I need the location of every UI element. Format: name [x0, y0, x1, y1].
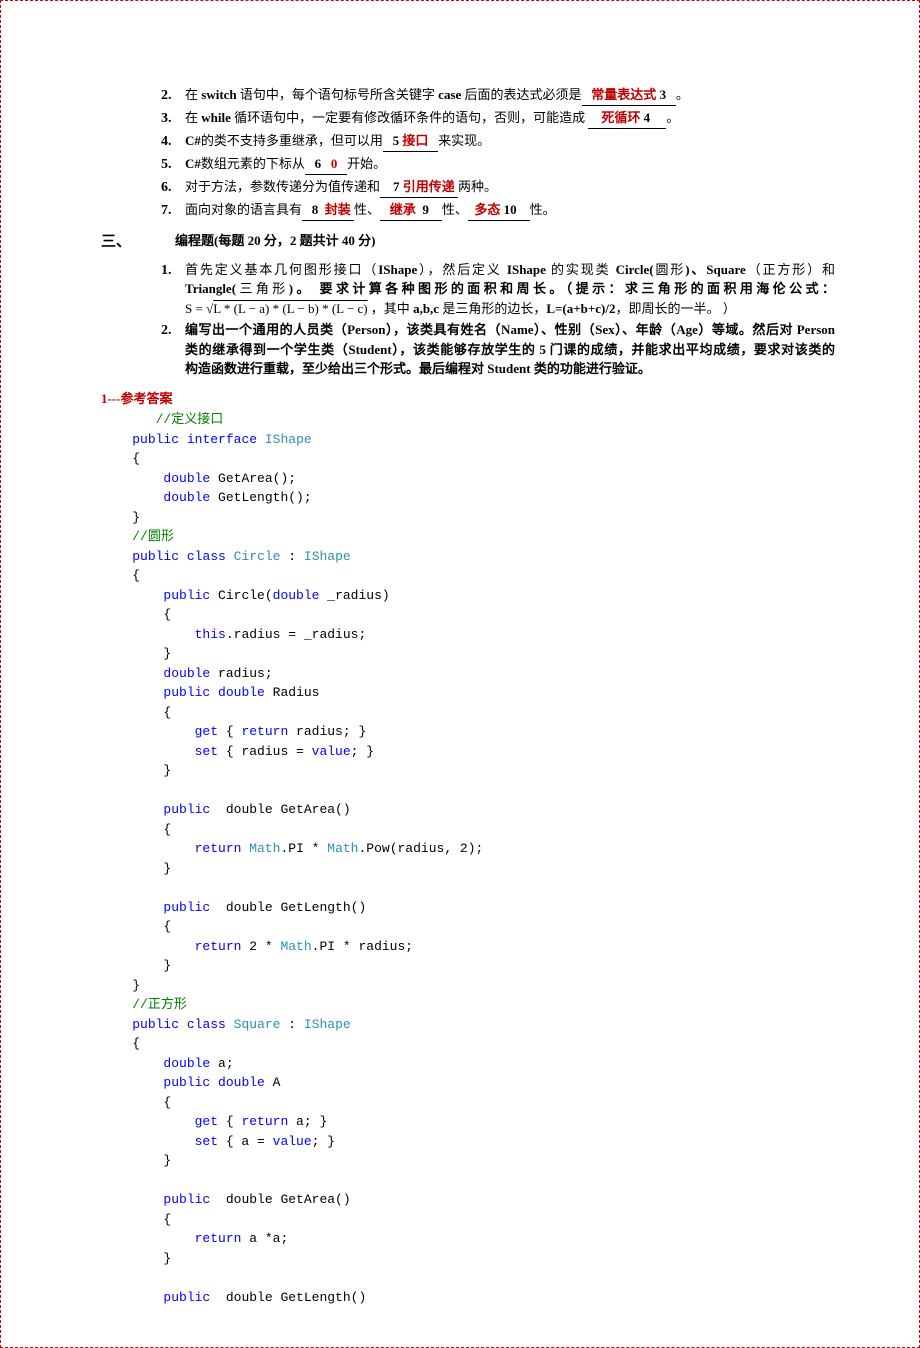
- blank-5: 5 接口: [383, 131, 438, 152]
- question-5: 5. C#数组元素的下标从 6 0 开始。: [161, 154, 835, 175]
- q-text: 首先定义基本几何图形接口（IShape），然后定义 IShape 的实现类 Ci…: [185, 260, 835, 319]
- q-number: 5.: [161, 154, 185, 175]
- q-text: 编写出一个通用的人员类（Person），该类具有姓名（Name）、性别（Sex）…: [185, 320, 835, 379]
- prog-question-2: 2. 编写出一个通用的人员类（Person），该类具有姓名（Name）、性别（S…: [161, 320, 835, 379]
- document-page: 2. 在 switch 语句中，每个语句标号所含关键字 case 后面的表达式必…: [0, 0, 920, 1348]
- fill-blank-list: 2. 在 switch 语句中，每个语句标号所含关键字 case 后面的表达式必…: [161, 85, 835, 221]
- blank-10: 多态 10: [468, 200, 530, 221]
- blank-9: 继承 9: [380, 200, 442, 221]
- question-3: 3. 在 while 循环语句中，一定要有修改循环条件的语句，否则，可能造成 死…: [161, 108, 835, 129]
- q-number: 7.: [161, 200, 185, 221]
- code-block: //定义接口 public interface IShape { double …: [101, 408, 835, 1307]
- q-number: 2.: [161, 85, 185, 106]
- q-text: 对于方法，参数传递分为值传递和 7 引用传递 两种。: [185, 177, 835, 198]
- programming-questions: 1. 首先定义基本几何图形接口（IShape），然后定义 IShape 的实现类…: [161, 260, 835, 379]
- question-4: 4. C#的类不支持多重继承，但可以用 5 接口 来实现。: [161, 131, 835, 152]
- section-3-header: 三、 编程题(每题 20 分，2 题共计 40 分): [101, 231, 835, 254]
- q-number: 6.: [161, 177, 185, 198]
- section-title: 编程题(每题 20 分，2 题共计 40 分): [175, 231, 375, 254]
- q-number: 3.: [161, 108, 185, 129]
- q-text: C#的类不支持多重继承，但可以用 5 接口 来实现。: [185, 131, 835, 152]
- blank-7: 7 引用传递: [380, 177, 458, 198]
- prog-question-1: 1. 首先定义基本几何图形接口（IShape），然后定义 IShape 的实现类…: [161, 260, 835, 319]
- q-number: 4.: [161, 131, 185, 152]
- question-7: 7. 面向对象的语言具有 8 封装 性、 继承 9 性、 多态 10 性。: [161, 200, 835, 221]
- q-number: 1.: [161, 260, 185, 319]
- answer-header: 1---参考答案: [101, 389, 835, 409]
- q-text: C#数组元素的下标从 6 0 开始。: [185, 154, 835, 175]
- question-2: 2. 在 switch 语句中，每个语句标号所含关键字 case 后面的表达式必…: [161, 85, 835, 106]
- blank-4: 死循环 4: [588, 108, 666, 129]
- blank-6: 6 0: [305, 154, 347, 175]
- q-text: 在 switch 语句中，每个语句标号所含关键字 case 后面的表达式必须是 …: [185, 85, 835, 106]
- q-text: 在 while 循环语句中，一定要有修改循环条件的语句，否则，可能造成 死循环 …: [185, 108, 835, 129]
- question-6: 6. 对于方法，参数传递分为值传递和 7 引用传递 两种。: [161, 177, 835, 198]
- blank-3: 常量表达式 3: [582, 85, 676, 106]
- section-number: 三、: [101, 231, 175, 254]
- q-text: 面向对象的语言具有 8 封装 性、 继承 9 性、 多态 10 性。: [185, 200, 835, 221]
- blank-8: 8 封装: [302, 200, 354, 221]
- formula-line: S = √L * (L − a) * (L − b) * (L − c) ，其中…: [185, 299, 835, 319]
- q-number: 2.: [161, 320, 185, 379]
